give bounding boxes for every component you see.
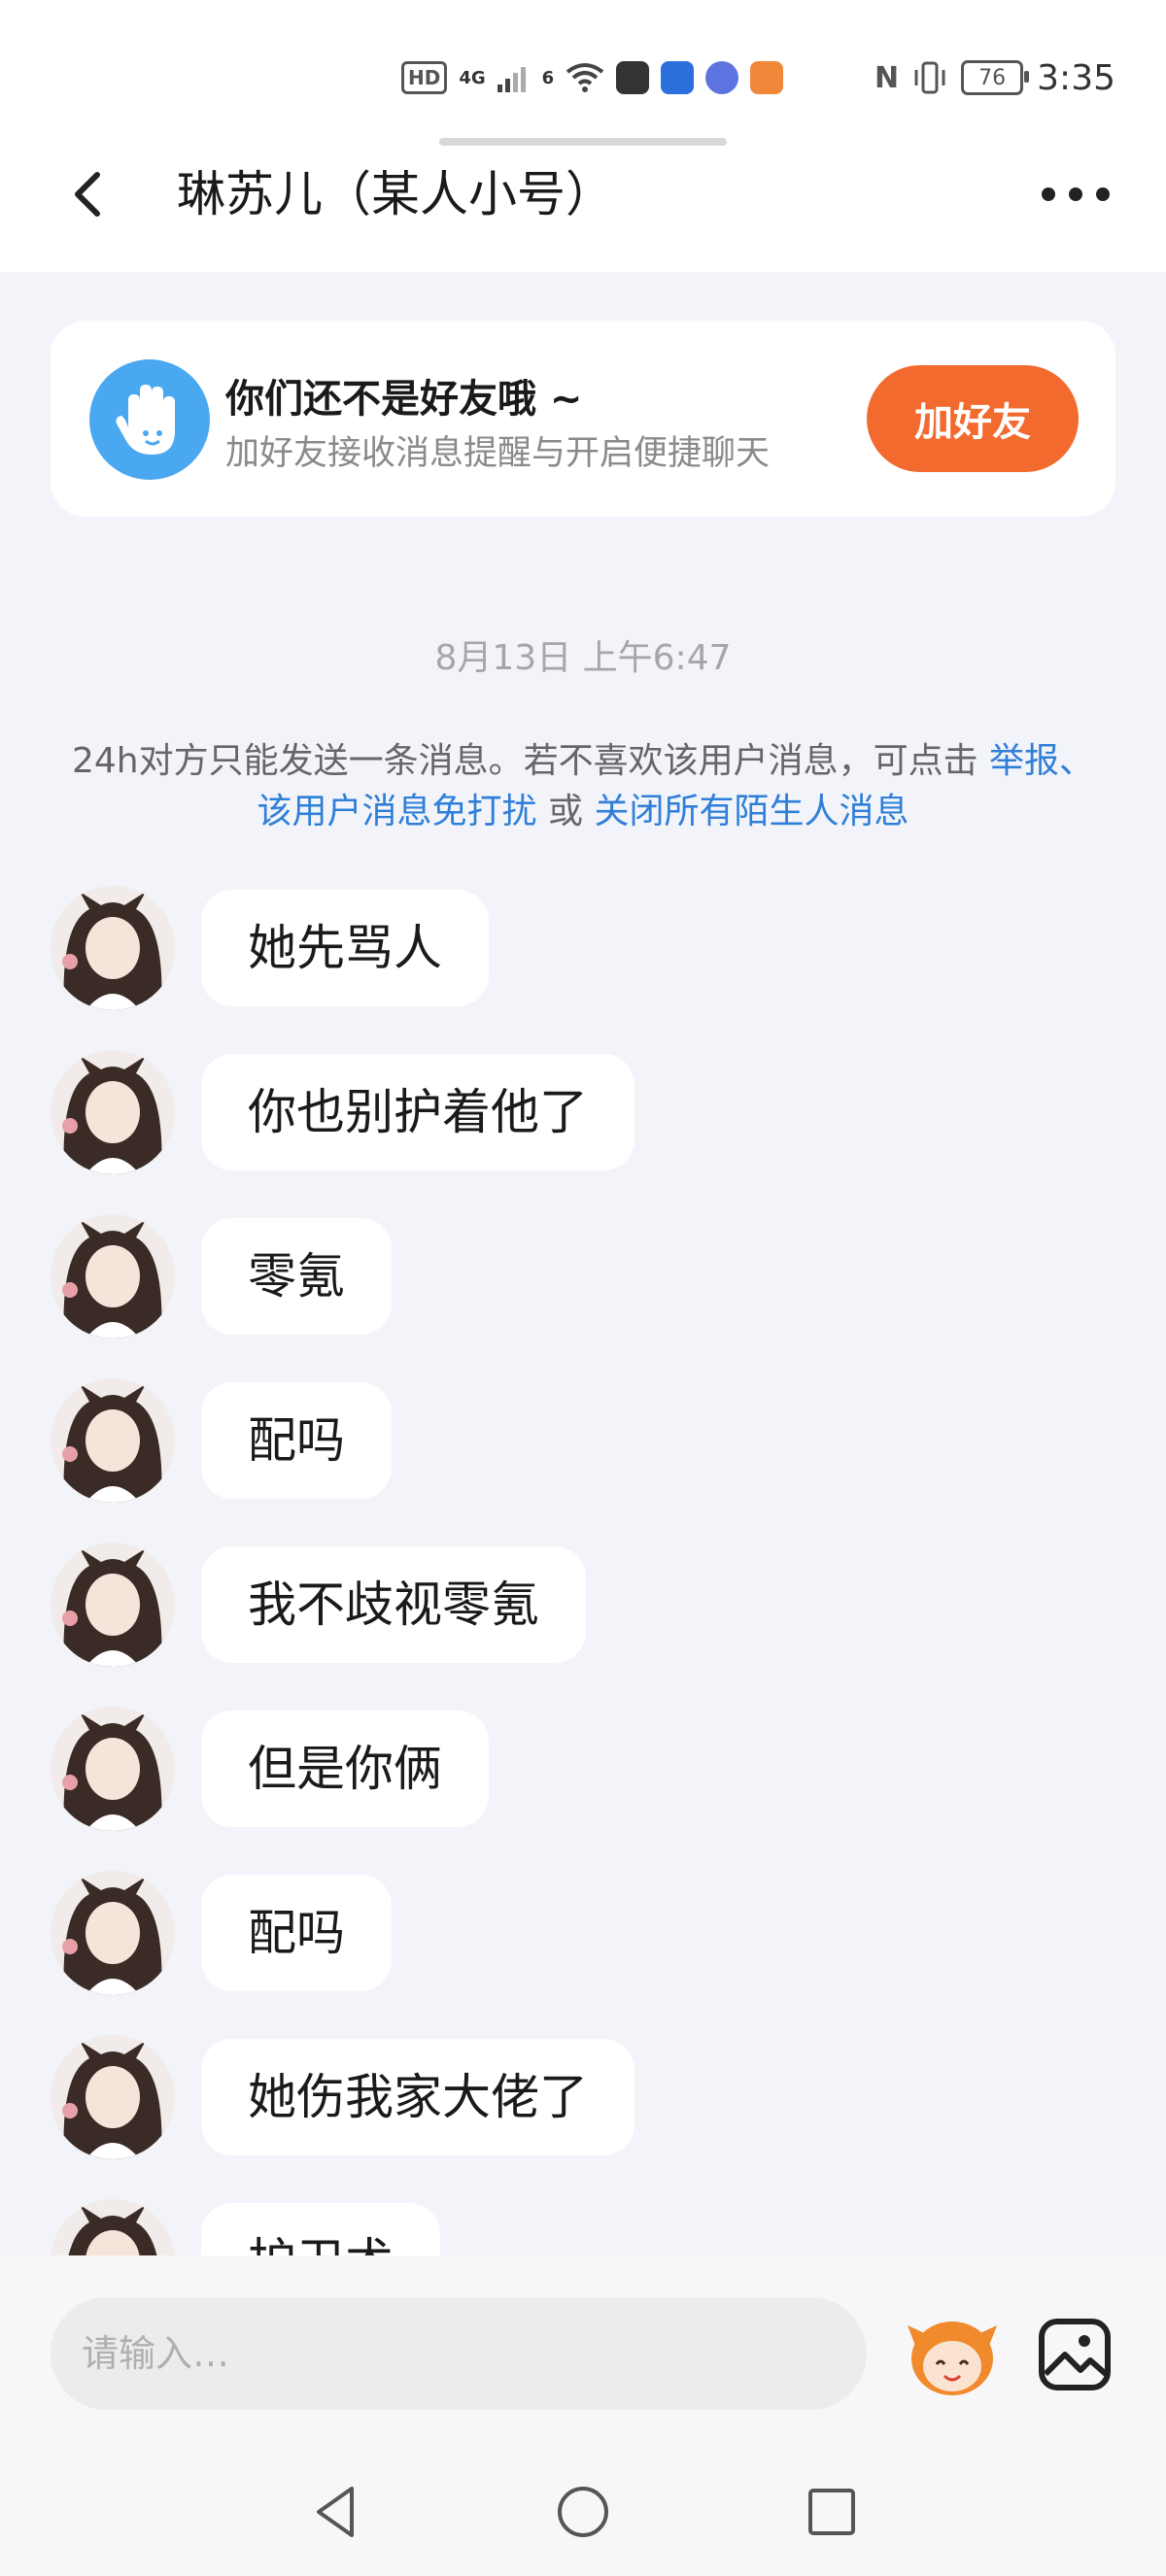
message-bubble[interactable]: 你也别护着他了: [201, 1054, 634, 1170]
avatar[interactable]: [51, 1542, 175, 1667]
friend-request-banner: 你们还不是好友哦 ~ 加好友接收消息提醒与开启便捷聊天 加好友: [51, 321, 1115, 517]
message-bubble[interactable]: 我不歧视零氪: [201, 1546, 586, 1663]
status-bar: HD 4G 6 N 76 3:35: [0, 0, 1166, 146]
circle-home-icon[interactable]: [554, 2483, 612, 2541]
notice-separator: 、: [1059, 741, 1095, 781]
signal-icon: [497, 67, 526, 92]
avatar[interactable]: [51, 1378, 175, 1503]
notice-or: 或: [547, 792, 583, 831]
message-input[interactable]: [51, 2297, 867, 2410]
message-timestamp: 8月13日 上午6:47: [434, 638, 732, 678]
status-icons-right: N 76 3:35: [874, 54, 1115, 101]
message-list[interactable]: 她先骂人 你也别护着他了 零氪 配吗 我不歧视零氪 但是你俩 配吗 她伤我家大佬…: [0, 884, 1166, 2255]
add-friend-button[interactable]: 加好友: [867, 365, 1079, 472]
status-icons-left: HD 4G 6: [401, 58, 784, 97]
message-bubble[interactable]: 配吗: [201, 1382, 392, 1499]
message-bubble[interactable]: 配吗: [201, 1875, 392, 1991]
hd-badge: HD: [401, 61, 448, 94]
image-icon[interactable]: [1038, 2318, 1112, 2391]
message-bubble[interactable]: 零氪: [201, 1218, 392, 1335]
battery-icon: 76: [961, 60, 1030, 95]
triangle-back-icon[interactable]: [307, 2483, 365, 2541]
nfc-icon: N: [874, 60, 900, 95]
avatar[interactable]: [51, 1707, 175, 1831]
signal-label: 4G: [459, 67, 486, 88]
close-stranger-messages-link[interactable]: 关闭所有陌生人消息: [594, 792, 909, 831]
message-bubble[interactable]: 她伤我家大佬了: [201, 2039, 634, 2155]
music-app-icon: [705, 61, 739, 94]
avatar[interactable]: [51, 1214, 175, 1339]
message-bubble[interactable]: 她先骂人: [201, 890, 489, 1006]
chevron-left-icon[interactable]: [60, 165, 119, 223]
report-link[interactable]: 举报: [989, 741, 1059, 781]
banner-title: 你们还不是好友哦 ~: [225, 377, 583, 422]
hand-wave-icon: [89, 359, 210, 480]
mute-user-link[interactable]: 该用户消息免打扰: [257, 792, 537, 831]
bulb-app-icon: [661, 61, 695, 94]
clock: 3:35: [1037, 57, 1115, 98]
avatar[interactable]: [51, 2035, 175, 2159]
video-app-icon: [750, 61, 784, 94]
banner-subtitle: 加好友接收消息提醒与开启便捷聊天: [225, 434, 771, 473]
mascot-emoji-icon[interactable]: [904, 2312, 1001, 2399]
bag-app-icon: [616, 61, 650, 94]
avatar[interactable]: [51, 2199, 175, 2255]
message-bubble[interactable]: 但是你俩: [201, 1711, 489, 1827]
stranger-notice: 24h对方只能发送一条消息。若不喜欢该用户消息，可点击 举报、该用户消息免打扰 …: [58, 736, 1108, 837]
page-title: 琳苏儿（某人小号）: [177, 166, 614, 222]
notice-text: 24h对方只能发送一条消息。若不喜欢该用户消息，可点击: [71, 741, 978, 781]
vibrate-icon: [914, 61, 945, 94]
drag-handle[interactable]: [439, 138, 727, 146]
avatar[interactable]: [51, 1050, 175, 1174]
message-bubble[interactable]: 护卫术: [201, 2203, 440, 2255]
wifi-label: 6: [541, 67, 555, 88]
avatar[interactable]: [51, 1871, 175, 1995]
more-dots-icon[interactable]: [1042, 175, 1110, 214]
avatar[interactable]: [51, 886, 175, 1010]
square-recent-icon[interactable]: [803, 2483, 861, 2541]
wifi-icon: [566, 63, 604, 92]
